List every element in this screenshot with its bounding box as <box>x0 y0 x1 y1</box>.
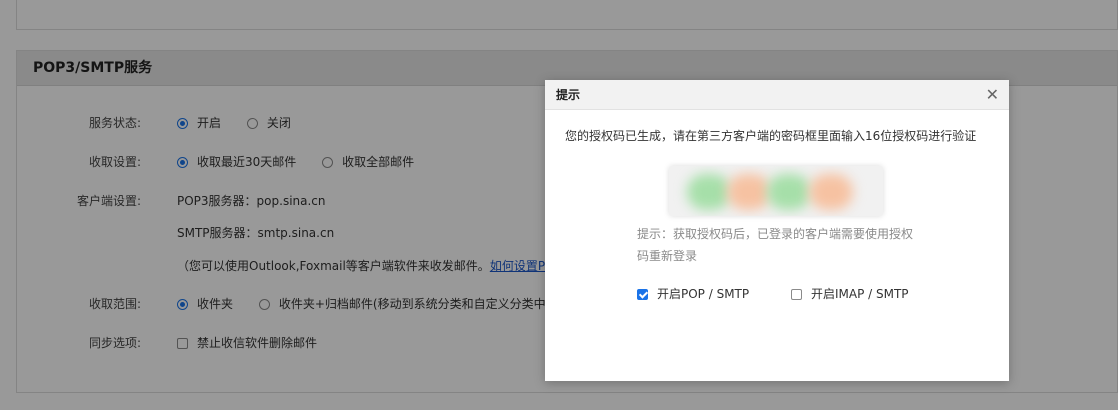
protocol-options: 开启POP / SMTP 开启IMAP / SMTP <box>637 285 909 302</box>
tip-line-1: 提示：获取授权码后，已登录的客户端需要使用授权 <box>637 227 914 241</box>
dialog-header: 提示 ✕ <box>545 80 1009 110</box>
tip-line-2: 码重新登录 <box>637 249 698 263</box>
enable-imap-smtp-checkbox[interactable]: 开启IMAP / SMTP <box>790 287 909 301</box>
close-icon[interactable]: ✕ <box>986 80 999 110</box>
auth-code-dialog: 提示 ✕ 您的授权码已生成，请在第三方客户端的密码框里面输入16位授权码进行验证… <box>545 80 1009 381</box>
auth-code-display <box>669 166 883 216</box>
checkbox-icon[interactable] <box>790 289 802 300</box>
enable-pop-smtp-checkbox[interactable]: 开启POP / SMTP <box>637 287 749 301</box>
dialog-tip: 提示：获取授权码后，已登录的客户端需要使用授权 码重新登录 <box>637 223 927 267</box>
checkbox-checked-icon[interactable] <box>637 289 648 300</box>
dialog-title: 提示 <box>556 88 581 102</box>
dialog-message: 您的授权码已生成，请在第三方客户端的密码框里面输入16位授权码进行验证 <box>565 129 977 143</box>
